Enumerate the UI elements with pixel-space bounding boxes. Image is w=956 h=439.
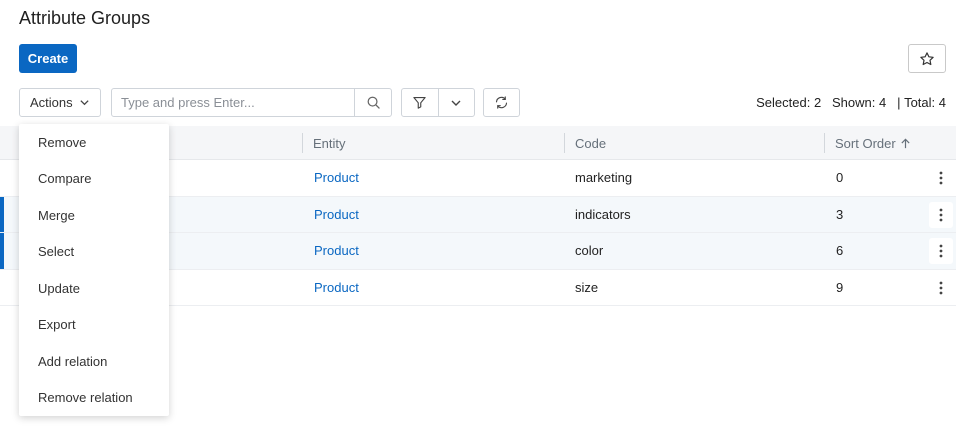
filter-button-group xyxy=(401,88,475,117)
star-icon xyxy=(920,51,934,65)
shown-count: Shown: 4 xyxy=(832,95,887,110)
favorite-button[interactable] xyxy=(908,44,946,73)
record-counts: Selected: 2 Shown: 4 | Total: 4 xyxy=(756,95,946,110)
menu-item-compare[interactable]: Compare xyxy=(19,161,169,198)
refresh-icon xyxy=(495,96,508,109)
row-actions-button[interactable] xyxy=(929,275,953,301)
column-divider[interactable] xyxy=(302,133,303,153)
column-header-entity[interactable]: Entity xyxy=(313,126,346,160)
menu-item-export[interactable]: Export xyxy=(19,307,169,344)
code-cell: indicators xyxy=(575,206,631,222)
search-input[interactable] xyxy=(112,89,354,116)
entity-link[interactable]: Product xyxy=(314,197,359,233)
entity-link[interactable]: Product xyxy=(314,233,359,269)
search-icon xyxy=(367,96,380,109)
selected-count: Selected: 2 xyxy=(756,95,822,110)
code-cell: color xyxy=(575,243,604,259)
row-actions-button[interactable] xyxy=(929,165,953,191)
sort-order-cell: 3 xyxy=(836,206,844,222)
kebab-icon xyxy=(939,244,943,258)
code-cell: size xyxy=(575,279,599,295)
sort-order-cell: 9 xyxy=(836,279,844,295)
sort-order-cell: 0 xyxy=(836,170,844,186)
actions-dropdown-button[interactable]: Actions xyxy=(19,88,101,117)
search-box xyxy=(111,88,392,117)
refresh-button[interactable] xyxy=(483,88,520,117)
menu-item-update[interactable]: Update xyxy=(19,270,169,307)
filter-button[interactable] xyxy=(402,89,438,116)
chevron-down-icon xyxy=(80,100,89,106)
kebab-icon xyxy=(939,208,943,221)
menu-item-remove[interactable]: Remove xyxy=(19,124,169,161)
kebab-icon xyxy=(939,281,943,294)
arrow-up-icon xyxy=(901,138,910,148)
create-button[interactable]: Create xyxy=(19,44,77,73)
page-title: Attribute Groups xyxy=(19,8,151,28)
code-cell: marketing xyxy=(575,170,633,186)
menu-item-merge[interactable]: Merge xyxy=(19,197,169,234)
row-actions-button[interactable] xyxy=(929,238,953,264)
column-header-code[interactable]: Code xyxy=(575,126,606,160)
selected-indicator xyxy=(0,196,4,232)
menu-item-remove-relation[interactable]: Remove relation xyxy=(19,380,169,417)
entity-link[interactable]: Product xyxy=(314,160,359,196)
kebab-icon xyxy=(939,171,943,185)
actions-menu: Remove Compare Merge Select Update Expor… xyxy=(19,124,169,416)
menu-item-select[interactable]: Select xyxy=(19,234,169,271)
column-header-sort-order[interactable]: Sort Order xyxy=(835,126,911,160)
column-divider[interactable] xyxy=(824,133,825,153)
filter-icon xyxy=(413,96,426,109)
entity-link[interactable]: Product xyxy=(314,270,359,306)
column-divider[interactable] xyxy=(564,133,565,153)
sort-order-label: Sort Order xyxy=(835,135,896,151)
selected-indicator xyxy=(0,233,4,269)
menu-item-add-relation[interactable]: Add relation xyxy=(19,343,169,380)
chevron-down-icon xyxy=(451,100,461,106)
filter-dropdown-button[interactable] xyxy=(437,89,475,116)
actions-label: Actions xyxy=(30,95,73,110)
row-actions-button[interactable] xyxy=(929,201,953,228)
total-count: Total: 4 xyxy=(904,95,946,110)
search-button[interactable] xyxy=(354,89,391,116)
sort-order-cell: 6 xyxy=(836,243,844,259)
